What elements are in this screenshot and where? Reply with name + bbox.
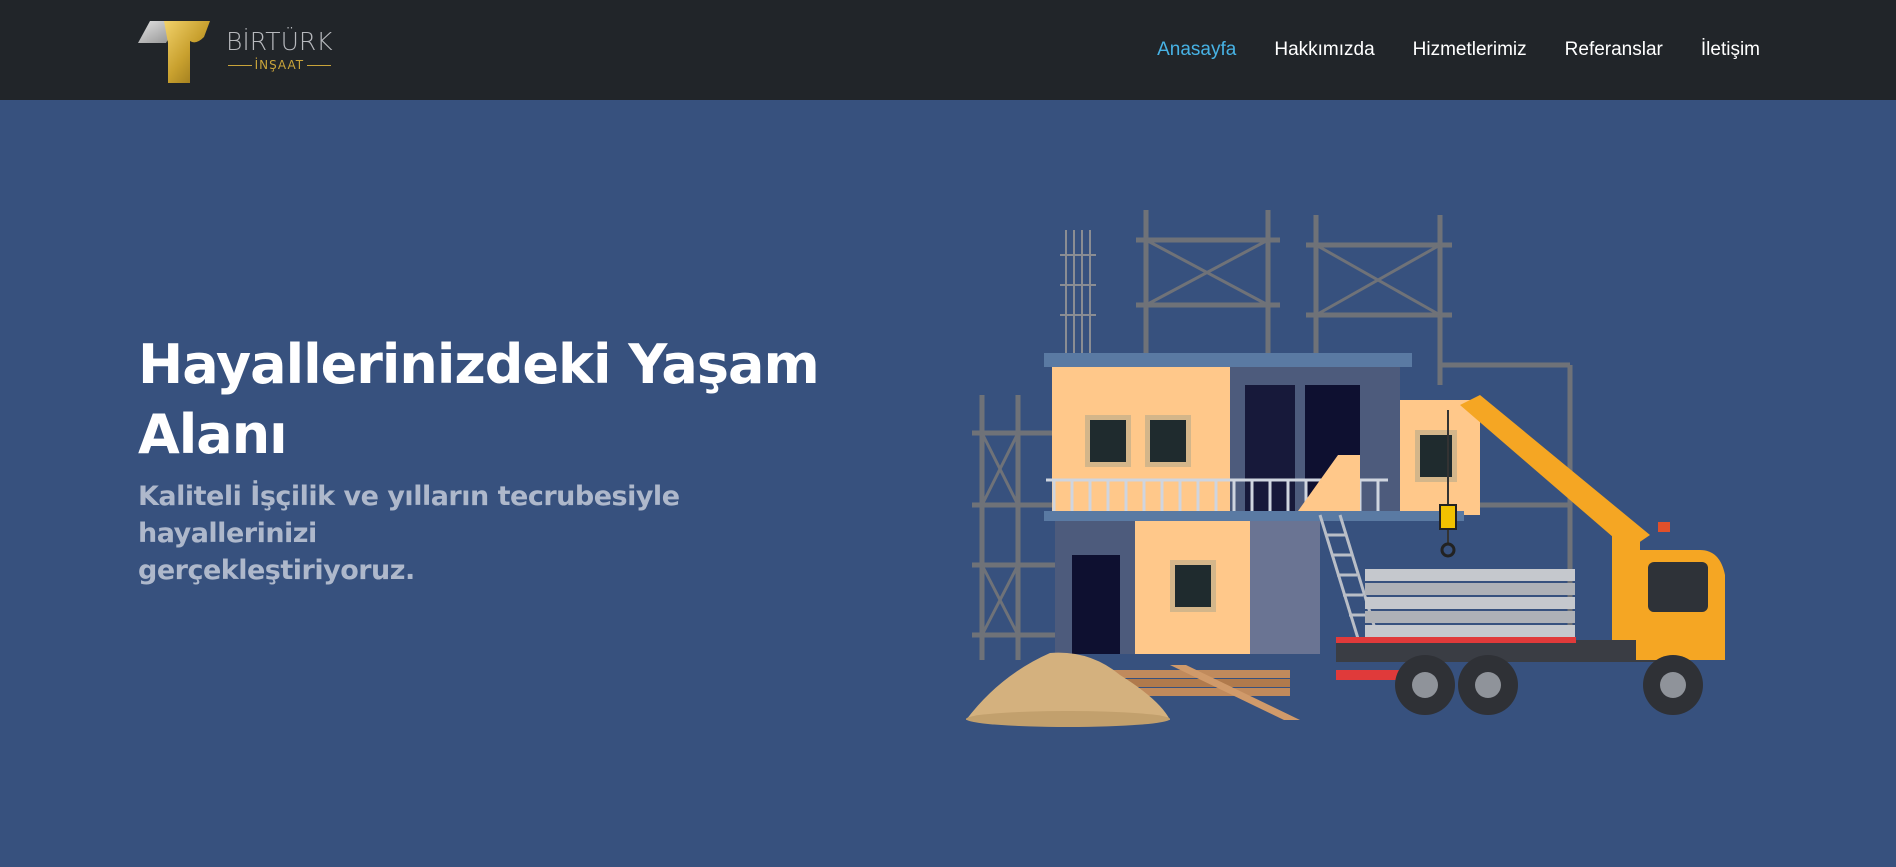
- hero-subtitle-line1: Kaliteli İşçilik ve yılların tecrubesiyl…: [138, 481, 680, 549]
- balcony-slab: [1044, 511, 1464, 521]
- logo-wordmark: BİRTÜRK İNŞAAT: [226, 27, 333, 73]
- roof-slab: [1044, 353, 1412, 367]
- brand-logo[interactable]: BİRTÜRK İNŞAAT: [138, 16, 338, 84]
- nav-iletisim[interactable]: İletişim: [1701, 39, 1760, 61]
- main-nav: Anasayfa Hakkımızda Hizmetlerimiz Refera…: [1119, 0, 1760, 100]
- nav-referanslar[interactable]: Referanslar: [1565, 39, 1663, 61]
- brand-name: BİRTÜRK: [226, 27, 333, 56]
- brand-sub: İNŞAAT: [254, 58, 305, 72]
- divider: [227, 64, 252, 66]
- rebar: [1060, 230, 1096, 353]
- divider: [307, 64, 332, 66]
- hero-subtitle: Kaliteli İşçilik ve yılların tecrubesiyl…: [138, 478, 858, 589]
- brand-sub-row: İNŞAAT: [227, 58, 332, 72]
- logo-t-icon: [138, 21, 210, 83]
- nav-anasayfa[interactable]: Anasayfa: [1157, 39, 1236, 61]
- nav-hakkimizda[interactable]: Hakkımızda: [1274, 39, 1374, 61]
- upper-wall: [1052, 367, 1230, 517]
- hero-title: Hayallerinizdeki Yaşam Alanı: [138, 330, 838, 470]
- nav-hizmetlerimiz[interactable]: Hizmetlerimiz: [1413, 39, 1527, 61]
- hero-title-line1: Hayallerinizdeki Yaşam: [138, 333, 820, 396]
- construction-site-illustration: [966, 210, 1725, 727]
- hero-title-line2: Alanı: [138, 403, 288, 466]
- truck-wheels: [1395, 655, 1703, 715]
- left-scaffold: [972, 395, 1060, 660]
- hero-subtitle-line2: gerçekleştiriyoruz.: [138, 555, 415, 586]
- site-header: BİRTÜRK İNŞAAT Anasayfa Hakkımızda Hizme…: [0, 0, 1896, 100]
- truck-cargo: [1365, 569, 1575, 637]
